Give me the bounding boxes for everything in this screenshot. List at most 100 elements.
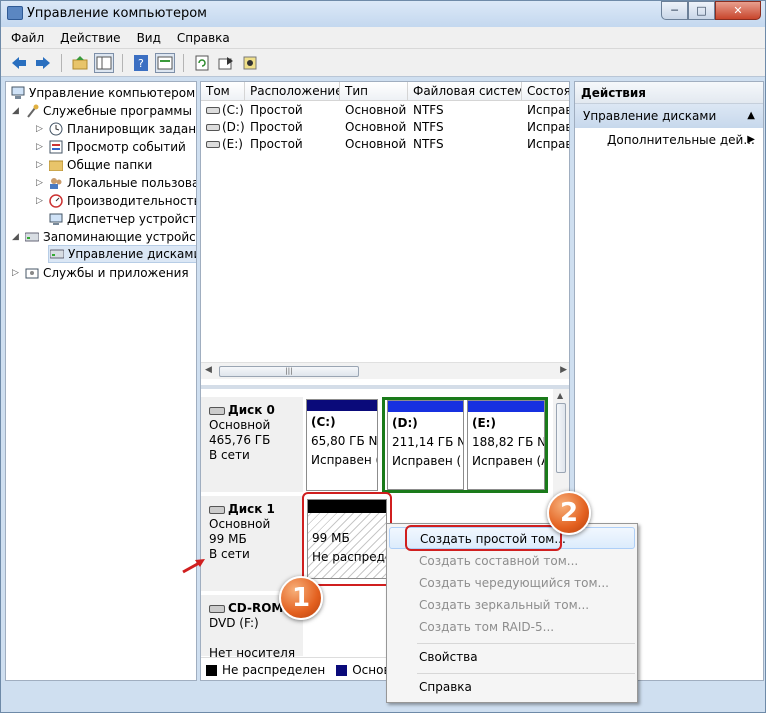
expand-arrow-icon[interactable]: ▷ (12, 264, 22, 282)
tree-performance-label: Производительность (67, 194, 197, 208)
menu-file[interactable]: Файл (11, 31, 44, 45)
maximize-button[interactable]: □ (688, 1, 715, 20)
tree-device-manager-label: Диспетчер устройств (67, 212, 197, 226)
column-header-filesystem[interactable]: Файловая система (408, 82, 522, 101)
menu-bar: Файл Действие Вид Справка (1, 27, 765, 49)
tree-tools-label: Служебные программы (43, 104, 192, 118)
cell-volume: (E:) (222, 137, 243, 151)
expand-arrow-icon[interactable]: ▷ (36, 138, 46, 156)
close-button[interactable]: ✕ (715, 1, 761, 20)
tree-shared-folders-label: Общие папки (67, 158, 153, 172)
collapse-arrow-icon[interactable]: ◢ (12, 228, 22, 246)
volume-icon (206, 141, 220, 148)
users-icon (48, 175, 64, 191)
tree-shared-folders[interactable]: ▷ Общие папки (36, 156, 152, 174)
volume-icon (206, 107, 220, 114)
expand-arrow-icon[interactable]: ▷ (36, 174, 46, 192)
expand-arrow-icon[interactable]: ▷ (36, 156, 46, 174)
scroll-left-icon[interactable]: ◀ (205, 365, 212, 375)
disk-icon (209, 505, 225, 514)
tree-root[interactable]: Управление компьютером (л (10, 84, 197, 102)
tree-root-label: Управление компьютером (л (29, 86, 197, 100)
partition-d[interactable]: (D:) 211,14 ГБ N Исправен ( (387, 400, 464, 490)
disk1-type: Основной (209, 517, 271, 531)
red-arrow-icon (182, 559, 205, 574)
expand-arrow-icon[interactable]: ▷ (36, 192, 46, 210)
app-icon (7, 6, 23, 20)
partition-e[interactable]: (E:) 188,82 ГБ N Исправен (А (467, 400, 545, 490)
column-header-volume[interactable]: Том (201, 82, 245, 101)
scroll-thumb[interactable]: ||| (219, 366, 359, 377)
table-row[interactable]: (C:) Простой Основной NTFS Исправ (201, 102, 570, 119)
menu-action[interactable]: Действие (60, 31, 120, 45)
disk-icon (209, 406, 225, 415)
cell-status: Исправ (527, 103, 570, 117)
scroll-right-icon[interactable]: ▶ (560, 365, 567, 375)
table-row[interactable]: (D:) Простой Основной NTFS Исправ (201, 119, 570, 136)
export-icon[interactable] (216, 53, 236, 73)
tree-storage[interactable]: ◢ Запоминающие устройст (12, 228, 196, 246)
up-folder-icon[interactable] (70, 53, 90, 73)
cell-volume: (D:) (222, 120, 245, 134)
table-row[interactable]: (E:) Простой Основной NTFS Исправ (201, 136, 570, 153)
tree-disk-management-label: Управление дисками (68, 247, 197, 261)
column-header-type[interactable]: Тип (340, 82, 408, 101)
forward-arrow-icon[interactable] (33, 53, 53, 73)
cell-filesystem: NTFS (413, 120, 444, 134)
menu-create-raid5-volume[interactable]: Создать том RAID-5... (389, 616, 635, 638)
disk1-label[interactable]: Диск 1 Основной 99 МБ В сети (201, 496, 303, 592)
minimize-button[interactable]: ─ (661, 1, 688, 20)
partition-c[interactable]: (C:) 65,80 ГБ NT Исправен ( (306, 399, 378, 491)
navigation-tree: Управление компьютером (л ◢ Служебные пр… (5, 81, 197, 681)
tree-services-label: Службы и приложения (43, 266, 189, 280)
menu-create-striped-volume[interactable]: Создать чередующийся том... (389, 572, 635, 594)
title-bar[interactable]: Управление компьютером ─ □ ✕ (1, 1, 765, 27)
show-tree-icon[interactable] (94, 52, 114, 73)
scroll-thumb[interactable] (556, 403, 566, 473)
menu-create-mirrored-volume[interactable]: Создать зеркальный том... (389, 594, 635, 616)
highlight-frame (302, 492, 392, 586)
disk0-label[interactable]: Диск 0 Основной 465,76 ГБ В сети (201, 397, 303, 493)
column-header-layout[interactable]: Расположение (245, 82, 340, 101)
menu-create-spanned-volume[interactable]: Создать составной том... (389, 550, 635, 572)
disk1-size: 99 МБ (209, 532, 247, 546)
help-icon[interactable]: ? (131, 53, 151, 73)
tree-disk-management[interactable]: Управление дисками (48, 245, 197, 263)
computer-icon (10, 85, 26, 101)
cell-status: Исправ (527, 120, 570, 134)
horizontal-scrollbar[interactable]: ◀ ||| ▶ (201, 362, 569, 379)
svg-text:?: ? (138, 57, 144, 70)
menu-help[interactable]: Справка (177, 31, 230, 45)
tree-performance[interactable]: ▷ Производительность (36, 192, 197, 210)
submenu-arrow-icon: ▶ (747, 134, 755, 145)
device-manager-icon (48, 211, 64, 227)
actions-section-disk-management[interactable]: Управление дисками ▲ (575, 104, 763, 128)
back-arrow-icon[interactable] (9, 53, 29, 73)
settings-icon[interactable] (240, 53, 260, 73)
tree-services[interactable]: ▷ Службы и приложения (12, 264, 189, 282)
window-title: Управление компьютером (27, 6, 207, 21)
menu-properties[interactable]: Свойства (389, 646, 635, 668)
tree-event-viewer-label: Просмотр событий (67, 140, 186, 154)
actions-more[interactable]: Дополнительные дей... ▶ (575, 128, 763, 152)
tree-local-users[interactable]: ▷ Локальные пользовате (36, 174, 196, 192)
cell-status: Исправ (527, 137, 570, 151)
expand-arrow-icon[interactable]: ▷ (36, 120, 46, 138)
tree-event-viewer[interactable]: ▷ Просмотр событий (36, 138, 186, 156)
menu-view[interactable]: Вид (137, 31, 161, 45)
cell-volume: (C:) (222, 103, 244, 117)
disk1-status: В сети (209, 547, 250, 561)
column-header-status[interactable]: Состоя (522, 82, 569, 101)
cell-type: Основной (345, 120, 407, 134)
collapse-arrow-icon[interactable]: ◢ (12, 102, 22, 120)
tree-task-scheduler[interactable]: ▷ Планировщик заданий (36, 120, 196, 138)
tree-device-manager[interactable]: Диспетчер устройств (48, 210, 197, 228)
tree-tools[interactable]: ◢ Служебные программы (12, 102, 192, 120)
scroll-up-icon[interactable]: ▲ (557, 391, 563, 400)
computer-management-window: Управление компьютером ─ □ ✕ Файл Действ… (0, 0, 766, 713)
menu-help-item[interactable]: Справка (389, 676, 635, 698)
properties-icon[interactable] (155, 52, 175, 73)
partition-status: Исправен ( (311, 453, 378, 467)
refresh-icon[interactable] (192, 53, 212, 73)
collapse-up-icon[interactable]: ▲ (747, 104, 755, 128)
